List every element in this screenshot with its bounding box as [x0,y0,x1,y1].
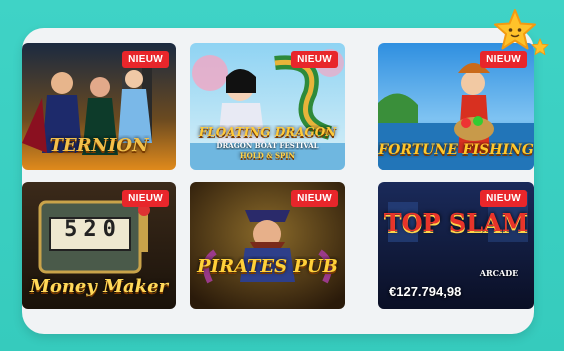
star-icon [531,38,549,56]
jackpot-amount: €127.794,98 [389,284,462,299]
game-tile-ternion[interactable]: TERNION NIEUW [22,43,176,170]
new-badge: NIEUW [291,51,338,68]
game-tile-floating-dragon[interactable]: FLOATING DRAGON DRAGON BOAT FESTIVAL HOL… [190,43,345,170]
game-title: Money Maker [29,276,169,297]
game-tile-pirates-pub[interactable]: PIRATES PUB NIEUW [190,182,345,309]
new-badge: NIEUW [480,51,527,68]
game-feature-tag: HOLD & SPIN [240,151,295,160]
game-grid: TERNION NIEUW FLOATING DRAGON DRAGON BOA… [22,28,534,334]
game-subtitle: ARCADE [479,268,519,278]
new-badge: NIEUW [480,190,527,207]
new-badge: NIEUW [122,51,169,68]
slot-reel-digits: 520 [64,217,122,242]
game-title: FORTUNE FISHING [378,142,534,158]
game-title: TERNION [49,135,149,156]
game-title: PIRATES PUB [197,256,338,277]
new-badge: NIEUW [122,190,169,207]
game-tile-fortune-fishing[interactable]: FORTUNE FISHING NIEUW [378,43,534,170]
game-title: TOP SLAM [383,208,529,237]
game-tile-money-maker[interactable]: 520 Money Maker NIEUW [22,182,176,309]
game-title: FLOATING DRAGON [198,125,337,139]
game-tile-top-slam[interactable]: TOP SLAM ARCADE €127.794,98 NIEUW [378,182,534,309]
new-badge: NIEUW [291,190,338,207]
game-subtitle: DRAGON BOAT FESTIVAL [216,141,319,150]
